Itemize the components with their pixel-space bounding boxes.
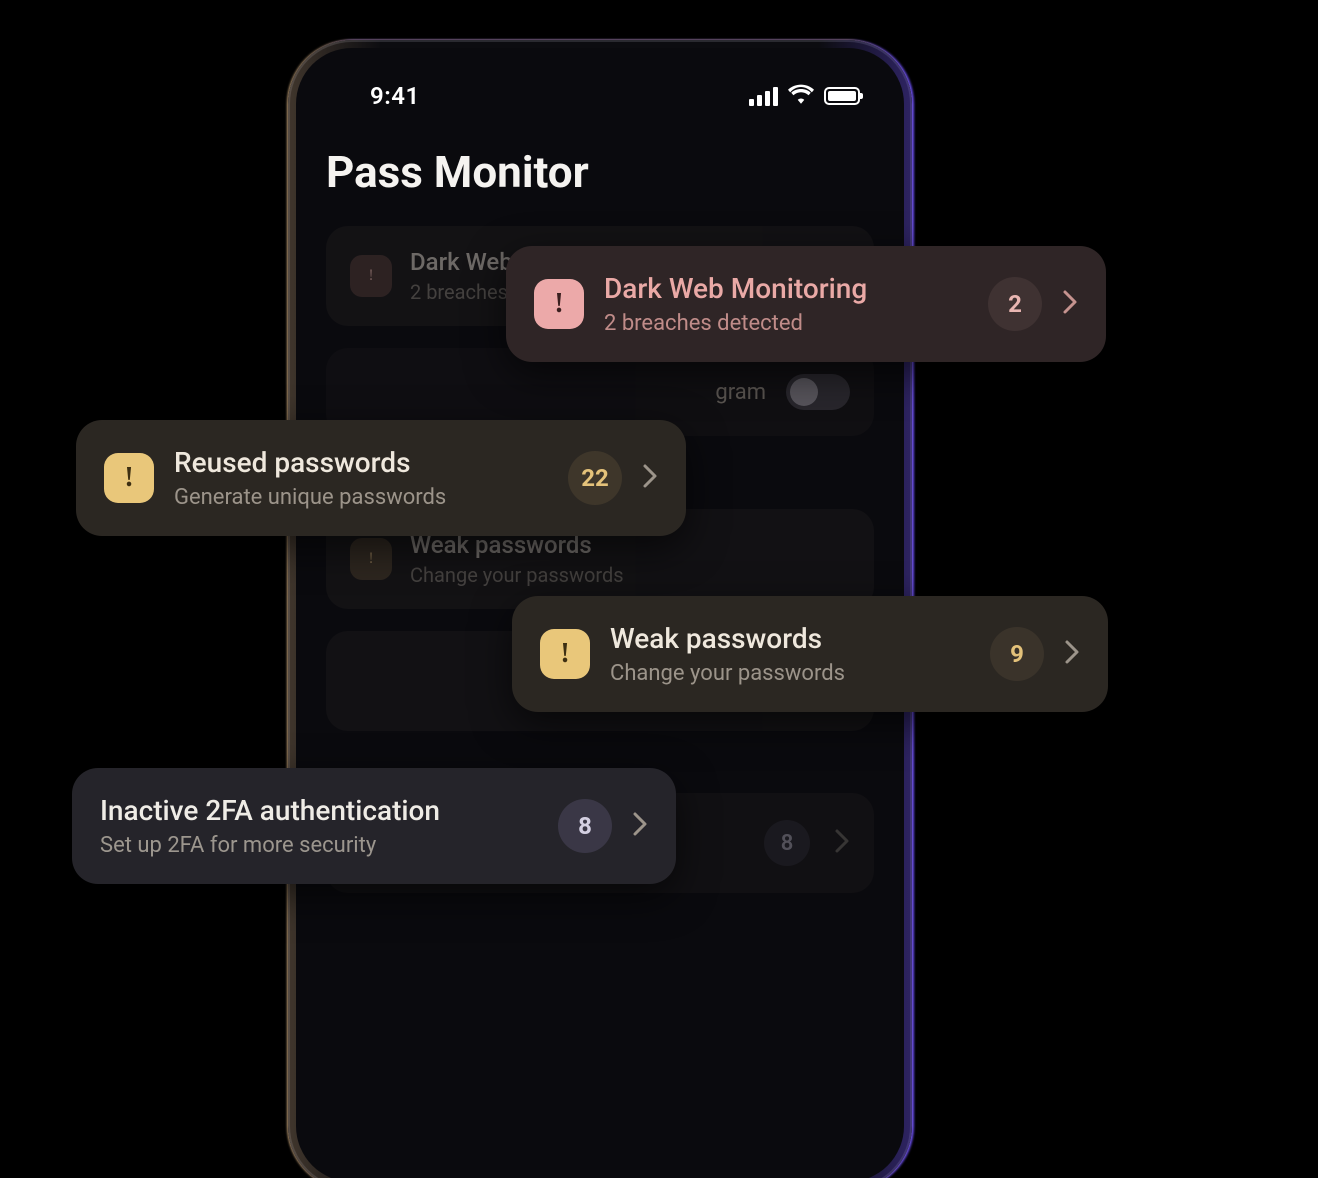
popout-dark-web[interactable]: ! Dark Web Monitoring 2 breaches detecte… — [506, 246, 1106, 362]
chevron-right-icon — [632, 811, 648, 841]
popout-subtitle: 2 breaches detected — [604, 311, 968, 336]
page-title: Pass Monitor — [326, 146, 874, 198]
alert-icon: ! — [350, 255, 392, 297]
battery-icon — [824, 87, 860, 105]
status-icons — [749, 84, 860, 108]
count-badge: 8 — [558, 799, 612, 853]
toggle-switch[interactable] — [786, 374, 850, 410]
popout-inactive-2fa[interactable]: Inactive 2FA authentication Set up 2FA f… — [72, 768, 676, 884]
popout-subtitle: Change your passwords — [610, 661, 970, 686]
popout-title: Dark Web Monitoring — [604, 272, 968, 305]
alert-icon: ! — [540, 629, 590, 679]
count-badge: 9 — [990, 627, 1044, 681]
popout-texts: Dark Web Monitoring 2 breaches detected — [604, 272, 968, 336]
status-time: 9:41 — [370, 82, 420, 110]
chevron-right-icon — [834, 828, 850, 858]
popout-texts: Inactive 2FA authentication Set up 2FA f… — [100, 794, 538, 858]
chevron-right-icon — [1064, 639, 1080, 669]
count-badge: 2 — [988, 277, 1042, 331]
popout-subtitle: Set up 2FA for more security — [100, 833, 538, 858]
alert-icon: ! — [534, 279, 584, 329]
popout-title: Reused passwords — [174, 446, 548, 479]
popout-texts: Reused passwords Generate unique passwor… — [174, 446, 548, 510]
count-badge: 8 — [764, 820, 810, 866]
count-badge: 22 — [568, 451, 622, 505]
wifi-icon — [788, 84, 814, 108]
chevron-right-icon — [1062, 289, 1078, 319]
status-bar: 9:41 — [296, 48, 904, 118]
cellular-icon — [749, 87, 778, 106]
popout-reused-passwords[interactable]: ! Reused passwords Generate unique passw… — [76, 420, 686, 536]
popout-texts: Weak passwords Change your passwords — [610, 622, 970, 686]
popout-subtitle: Generate unique passwords — [174, 485, 548, 510]
popout-title: Inactive 2FA authentication — [100, 794, 538, 827]
alert-icon: ! — [104, 453, 154, 503]
bg-toggle-label-fragment: gram — [715, 380, 786, 405]
bg-card-texts: Weak passwords Change your passwords — [410, 531, 850, 587]
popout-title: Weak passwords — [610, 622, 970, 655]
popout-weak-passwords[interactable]: ! Weak passwords Change your passwords 9 — [512, 596, 1108, 712]
chevron-right-icon — [642, 463, 658, 493]
bg-card-subtitle: Change your passwords — [410, 563, 850, 587]
alert-icon: ! — [350, 538, 392, 580]
